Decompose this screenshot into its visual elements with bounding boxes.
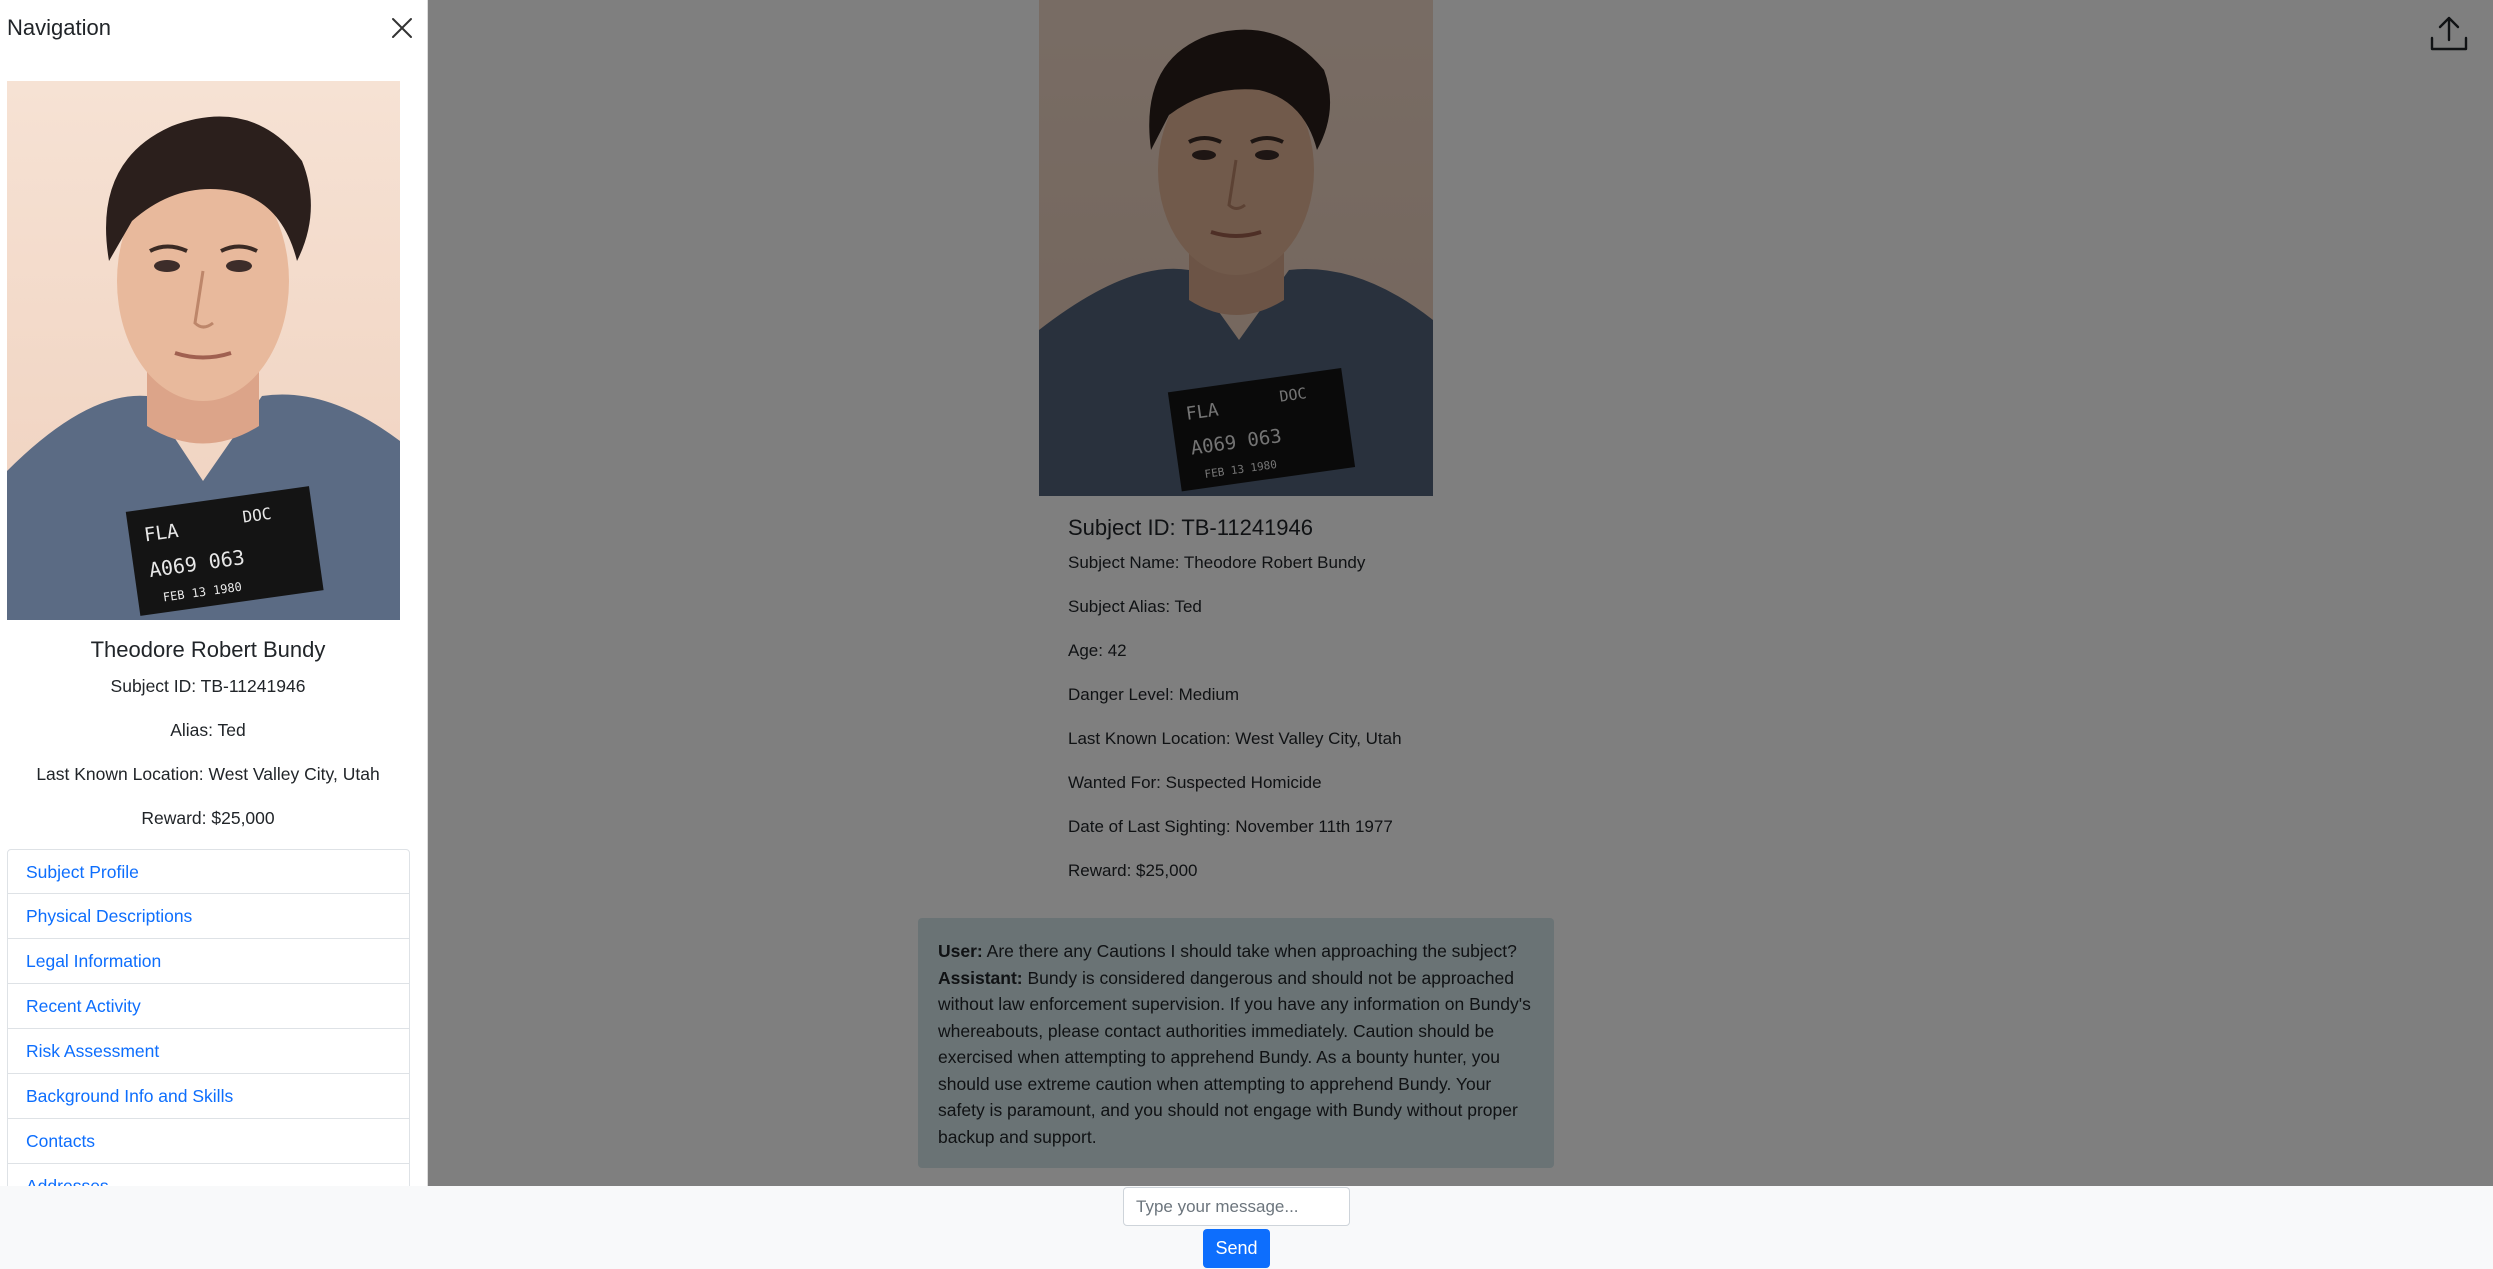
sidebar-nav-list: Subject Profile Physical Descriptions Le… (7, 849, 410, 1186)
sidebar-item-addresses[interactable]: Addresses (7, 1164, 410, 1186)
sidebar-item-legal-information[interactable]: Legal Information (7, 939, 410, 984)
send-button[interactable]: Send (1203, 1229, 1270, 1268)
close-icon (392, 18, 412, 38)
sidebar-item-background-info[interactable]: Background Info and Skills (7, 1074, 410, 1119)
sidebar-item-physical-descriptions[interactable]: Physical Descriptions (7, 894, 410, 939)
subject-name-heading: Theodore Robert Bundy (90, 637, 326, 662)
navigation-sidebar: Navigation FLA DOC A069 063 FEB 13 1980 … (0, 0, 428, 1186)
sidebar-title: Navigation (7, 15, 111, 40)
sidebar-subject-id: Subject ID: TB-11241946 (110, 676, 306, 696)
sidebar-item-recent-activity[interactable]: Recent Activity (7, 984, 410, 1029)
sidebar-subject-photo: FLA DOC A069 063 FEB 13 1980 (7, 81, 400, 620)
sidebar-item-contacts[interactable]: Contacts (7, 1119, 410, 1164)
close-button[interactable] (390, 16, 414, 40)
message-input[interactable] (1123, 1187, 1350, 1226)
sidebar-item-risk-assessment[interactable]: Risk Assessment (7, 1029, 410, 1074)
sidebar-item-subject-profile[interactable]: Subject Profile (7, 849, 410, 894)
sidebar-reward: Reward: $25,000 (141, 808, 275, 828)
sidebar-location: Last Known Location: West Valley City, U… (36, 764, 380, 784)
sidebar-alias: Alias: Ted (170, 720, 246, 740)
svg-text:DOC: DOC (241, 504, 272, 527)
